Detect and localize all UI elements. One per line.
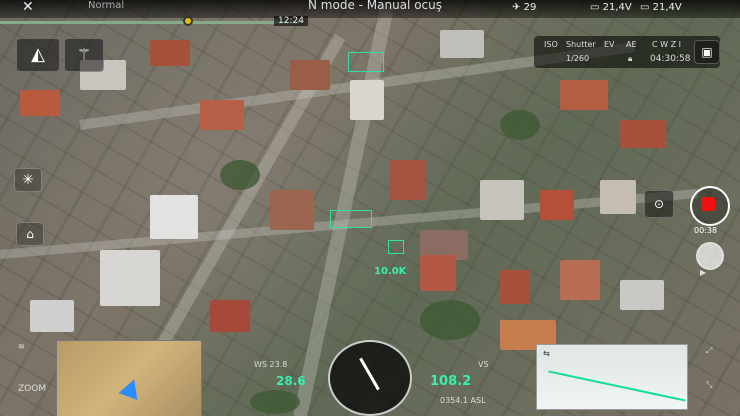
building-roof [350, 80, 384, 120]
iso-label: ISO [544, 40, 558, 49]
flight-path-line [548, 370, 686, 402]
building-roof [150, 40, 190, 66]
sun-icon: ✳ [22, 172, 34, 188]
altitude-value: 108.2 [430, 374, 472, 389]
flight-progress-bar [0, 16, 300, 26]
progress-knob[interactable] [183, 16, 193, 26]
takeoff-button[interactable]: ✳ [14, 168, 42, 192]
playback-icon[interactable]: ▶ [700, 268, 706, 277]
building-roof [270, 190, 314, 230]
remaining-time: 04:30:58 [650, 54, 691, 64]
compass-needle-icon [359, 357, 380, 391]
record-icon [701, 197, 715, 211]
building-roof [150, 195, 198, 239]
shutter-label: Shutter [566, 40, 596, 49]
building-roof [560, 80, 608, 110]
home-icon: ⌂ [26, 227, 34, 241]
return-home-button[interactable]: ⌂ [16, 222, 44, 246]
expand-icon[interactable]: ⤢ [706, 346, 712, 356]
tracking-box [348, 52, 384, 72]
lock-icon: 🔒︎ [628, 54, 633, 63]
shutter-button[interactable] [696, 242, 724, 270]
map-view-button[interactable]: ◭ [16, 38, 60, 72]
building-roof [100, 250, 160, 306]
building-roof [620, 280, 664, 310]
building-roof [620, 120, 666, 148]
flight-mode-label[interactable]: Normal [88, 0, 124, 11]
map-icon: ◭ [31, 44, 45, 65]
shutter-value: 1/260 [566, 54, 590, 63]
target-distance: 10.0K [374, 266, 407, 277]
tree [220, 160, 260, 190]
record-button[interactable] [690, 186, 730, 226]
gallery-icon: ▣ [701, 45, 713, 59]
building-roof [30, 300, 74, 332]
wb-label: C W Z I [652, 40, 681, 49]
ev-label: EV [604, 40, 615, 49]
horizontal-speed: 28.6 [276, 374, 306, 388]
compass-gauge [328, 340, 412, 416]
camera-feed: ✕ Normal N mode - Manual ocuş ✈ 29 ▭ 21,… [0, 0, 740, 416]
building-roof [390, 160, 426, 200]
vs-label: VS [478, 360, 489, 369]
mini-map[interactable] [56, 340, 202, 416]
battery-remote: ▭ 21,4V [590, 2, 632, 13]
swap-icon[interactable]: ⇆ [543, 349, 550, 358]
tree [500, 110, 540, 140]
building-roof [210, 300, 250, 332]
close-icon[interactable]: ✕ [22, 0, 34, 14]
satellite-count: ✈ 29 [512, 2, 537, 13]
building-roof [420, 255, 456, 291]
altitude-asl: 0354.1 ASL [440, 396, 486, 405]
aircraft-heading-icon [118, 376, 144, 400]
drone-icon: ⚚ [76, 45, 92, 64]
center-reticle [388, 240, 404, 254]
building-roof [500, 270, 530, 304]
ae-label: AE [626, 40, 637, 49]
gallery-button[interactable]: ▣ [694, 40, 720, 64]
focus-target-button[interactable]: ⊙ [644, 190, 674, 218]
building-roof [200, 100, 244, 130]
building-roof [290, 60, 330, 90]
building-roof [480, 180, 524, 220]
wind-speed-readout: WS 23.8 [254, 360, 288, 369]
clock: 12:24 [274, 16, 308, 26]
building-roof [440, 30, 484, 58]
building-roof [600, 180, 636, 214]
satellite-icon: ✈ [512, 2, 521, 13]
mode-title: N mode - Manual ocuş [308, 0, 442, 12]
tracking-box [330, 210, 372, 228]
wind-icon: ≋ [18, 342, 25, 351]
top-status-bar: ✕ Normal N mode - Manual ocuş ✈ 29 ▭ 21,… [0, 0, 740, 18]
zoom-label[interactable]: ZOOM [18, 384, 46, 394]
camera-settings-panel[interactable]: ISO Shutter 1/260 EV AE 🔒︎ C W Z I 04:30… [534, 36, 720, 68]
drone-mode-button[interactable]: ⚚ [64, 38, 104, 72]
collapse-icon[interactable]: ⤡ [706, 380, 712, 390]
tree [250, 390, 300, 414]
battery-aircraft: ▭ 21,4V [640, 2, 682, 13]
building-roof [20, 90, 60, 116]
target-icon: ⊙ [653, 197, 665, 211]
building-roof [540, 190, 574, 220]
building-roof [560, 260, 600, 300]
pip-view[interactable]: ⇆ [536, 344, 688, 410]
tree [420, 300, 480, 340]
record-time: 00:38 [694, 226, 718, 235]
